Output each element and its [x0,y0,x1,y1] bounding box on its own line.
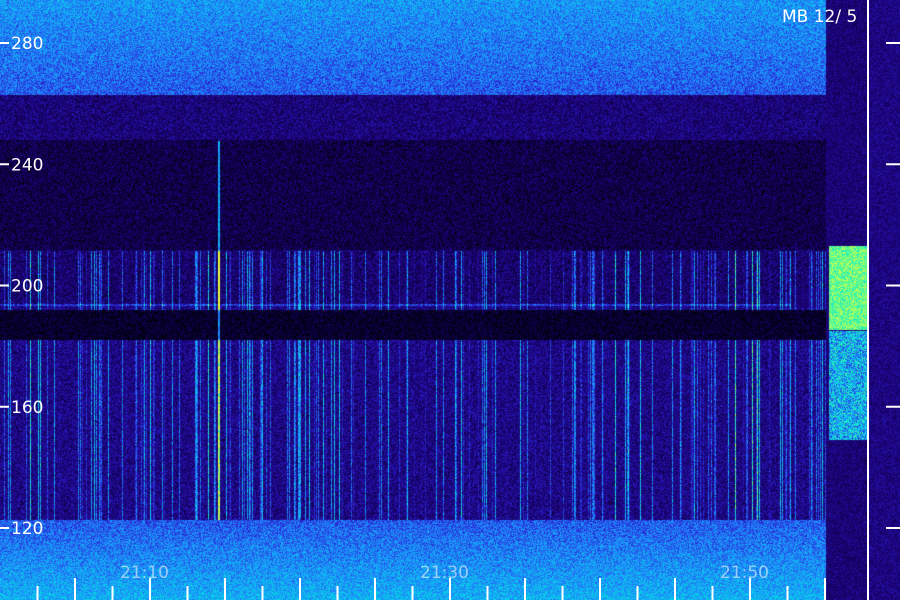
y-tick-label: 120 [11,519,43,539]
y-tick-label: 200 [11,277,43,297]
y-tick-label: 240 [11,155,43,175]
chart-overlay: MB 12/ 5 280 240 200 160 120 21:10 21:30… [0,0,900,600]
chart-title: MB 12/ 5 [782,7,857,27]
x-tick-label: 21:10 [120,563,169,583]
x-tick-label: 21:50 [720,563,769,583]
x-tick-label: 21:30 [420,563,469,583]
x-axis: 21:10 21:30 21:50 [36,563,826,600]
y-tick-label: 160 [11,398,43,418]
y-tick-label: 280 [11,34,43,54]
y-axis: 280 240 200 160 120 [0,34,900,539]
